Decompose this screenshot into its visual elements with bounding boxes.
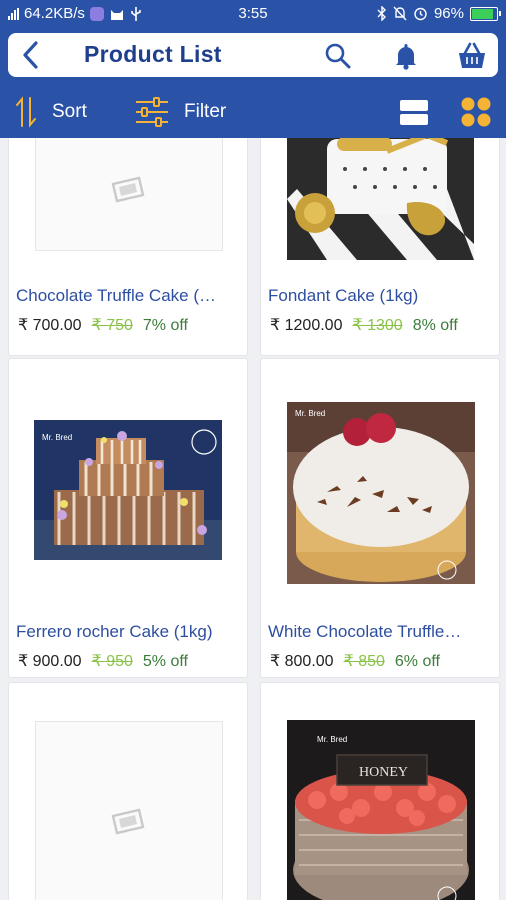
white-truffle-cake-illustration: Mr. Bred [287,402,475,584]
sort-icon [16,96,36,128]
product-discount: 5% off [142,653,188,670]
product-name: White Chocolate Truffle… [268,622,462,641]
ferrero-cake-illustration: Mr. Bred [34,420,222,560]
product-mrp: ₹ 750 [91,317,133,334]
honey-cake-image: HONEY Mr. Bred [287,720,475,900]
product-price: ₹ 1200.00 [270,317,343,334]
silent-icon [393,6,407,21]
battery-icon [470,6,501,21]
image-placeholder-icon [111,808,145,835]
filter-button[interactable]: Filter [134,86,226,138]
filter-label: Filter [184,101,227,122]
bell-icon [396,44,416,70]
ferrero-cake-image: Mr. Bred [34,420,222,560]
product-price: ₹ 800.00 [270,653,334,670]
bluetooth-icon [377,6,386,21]
fondant-cake-image [287,138,474,260]
cart-button[interactable] [456,40,488,72]
grid-view-icon [461,97,491,127]
product-image-placeholder [35,721,223,900]
product-card[interactable]: Fondant Cake (1kg) ₹ 1200.00 ₹ 1300 8% o… [260,138,500,356]
status-bar: 64.2KB/s 3:55 96% [0,0,506,28]
battery-percent: 96% [433,5,464,22]
product-grid: Chocolate Truffle Cake (… ₹ 700.00 ₹ 750… [0,138,506,900]
grid-view-button[interactable] [460,96,492,128]
notifications-button[interactable] [390,40,422,72]
search-button[interactable] [322,40,354,72]
product-discount: 8% off [412,317,458,334]
list-view-button[interactable] [398,96,430,128]
product-mrp: ₹ 850 [343,653,385,670]
back-button[interactable] [16,39,48,71]
product-mrp: ₹ 950 [91,653,133,670]
product-price-row: ₹ 900.00 ₹ 950 5% off [18,651,188,671]
fondant-cake-illustration [287,138,474,260]
sort-button[interactable]: Sort [14,86,87,138]
product-image-placeholder [35,138,223,251]
brand-watermark: Mr. Bred [295,409,325,418]
brand-watermark: Mr. Bred [42,433,72,442]
app-bar-panel: Product List [8,33,498,77]
product-name: Ferrero rocher Cake (1kg) [16,622,213,641]
product-card[interactable] [8,682,248,900]
product-name: Chocolate Truffle Cake (… [16,286,216,305]
arrow-left-icon [23,41,38,69]
white-truffle-cake-image: Mr. Bred [287,402,475,584]
product-price-row: ₹ 700.00 ₹ 750 7% off [18,315,188,335]
alarm-icon [414,7,427,21]
product-card[interactable]: Mr. Bred Ferrero rocher Cake (1kg) ₹ 900… [8,358,248,678]
product-price: ₹ 900.00 [18,653,82,670]
page-title: Product List [84,41,222,67]
product-discount: 7% off [142,317,188,334]
product-price-row: ₹ 800.00 ₹ 850 6% off [270,651,440,671]
product-card[interactable]: Mr. Bred White Chocolate Truffle… ₹ 800.… [260,358,500,678]
image-placeholder-icon [111,176,145,203]
app-bar: Product List [0,28,506,86]
list-view-icon [400,100,428,125]
product-name: Fondant Cake (1kg) [268,286,419,305]
product-price: ₹ 700.00 [18,317,82,334]
sort-filter-toolbar: Sort Filter [0,86,506,138]
honey-cake-illustration: HONEY Mr. Bred [287,720,475,900]
battery-level-fill [472,8,493,19]
brand-watermark: Mr. Bred [317,735,347,744]
filter-sliders-icon [136,97,168,127]
product-card[interactable]: HONEY Mr. Bred [260,682,500,900]
product-discount: 6% off [394,653,440,670]
cake-topper-text: HONEY [359,765,408,780]
product-card[interactable]: Chocolate Truffle Cake (… ₹ 700.00 ₹ 750… [8,138,248,356]
sort-label: Sort [52,101,87,122]
product-price-row: ₹ 1200.00 ₹ 1300 8% off [270,315,458,335]
status-right: 96% [377,5,501,22]
basket-icon [459,42,485,68]
search-icon [325,43,351,69]
product-mrp: ₹ 1300 [352,317,403,334]
